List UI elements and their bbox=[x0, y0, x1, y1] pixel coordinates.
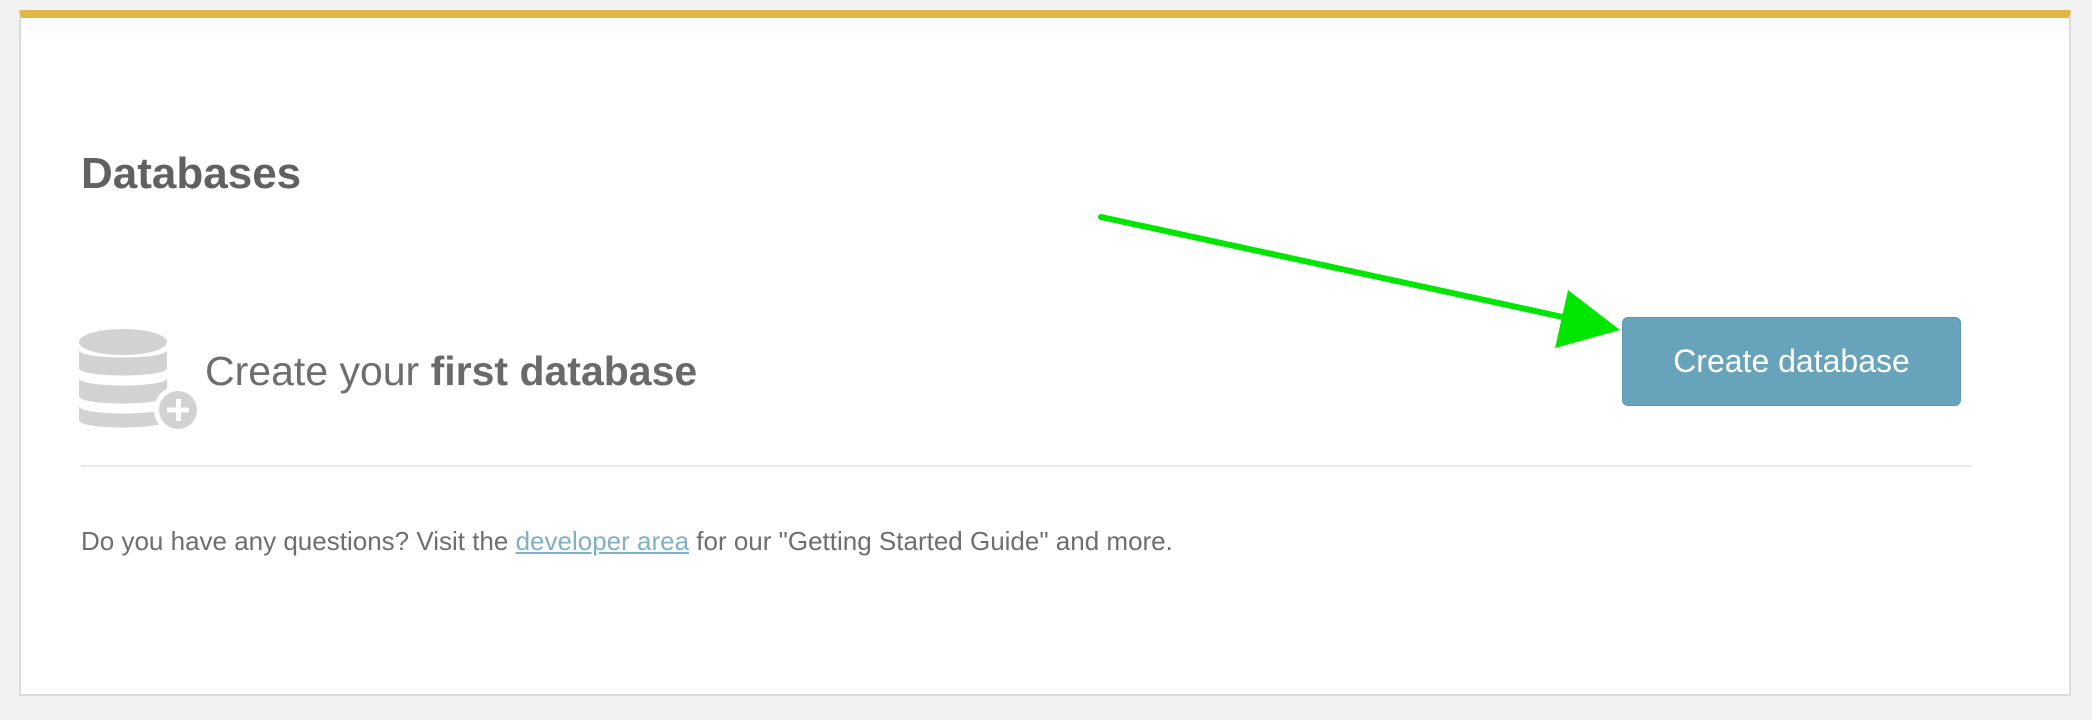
empty-state-emphasis: first database bbox=[430, 348, 698, 394]
empty-state-message: Create your first database bbox=[205, 347, 697, 396]
create-database-button[interactable]: Create database bbox=[1622, 317, 1961, 406]
help-text-before: Do you have any questions? Visit the bbox=[81, 526, 516, 556]
divider bbox=[81, 465, 1972, 467]
database-add-icon bbox=[79, 329, 202, 434]
empty-state-prefix: Create your bbox=[205, 348, 431, 394]
help-text: Do you have any questions? Visit the dev… bbox=[81, 526, 1173, 557]
developer-area-link[interactable]: developer area bbox=[516, 526, 689, 556]
help-text-after: for our "Getting Started Guide" and more… bbox=[689, 526, 1173, 556]
page-title: Databases bbox=[81, 149, 302, 198]
